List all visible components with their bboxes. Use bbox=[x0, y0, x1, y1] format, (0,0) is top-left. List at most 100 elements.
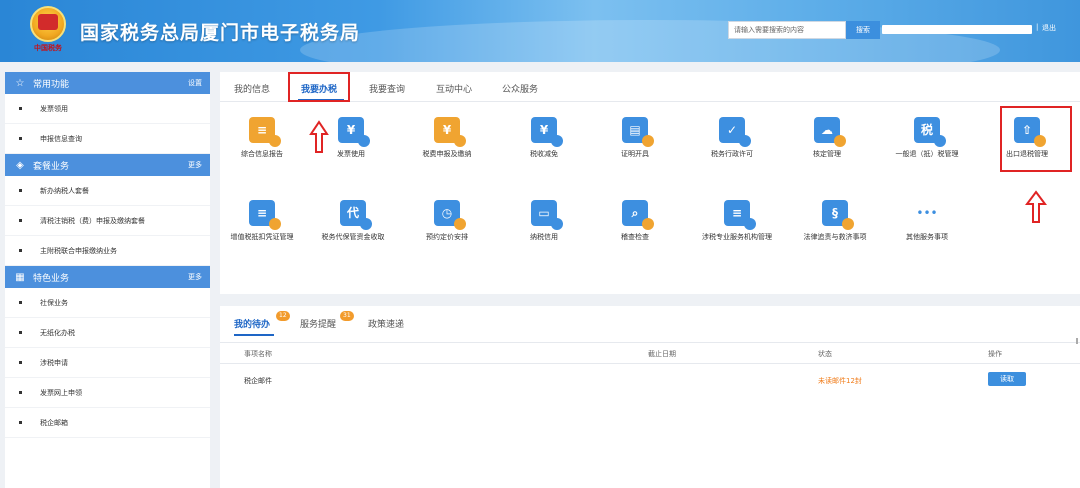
sidebar: ☆ 常用功能 设置 发票领用 申报信息查询 ◈ 套餐业务 更多 新办纳税人套餐 … bbox=[5, 72, 210, 488]
folder-cloud-icon: ☁ bbox=[814, 117, 846, 147]
emblem-text: 中国税务 bbox=[34, 43, 62, 52]
section-title: 常用功能 bbox=[33, 79, 70, 90]
service-yen-coin[interactable]: ¥ 税费申报及缴纳 bbox=[402, 117, 492, 159]
service-monitor-credit[interactable]: ▭ 纳税信用 bbox=[499, 200, 589, 242]
status-dot-icon bbox=[642, 135, 654, 147]
column-header: 截止日期 bbox=[648, 350, 676, 358]
sidebar-item-label: 无纸化办税 bbox=[40, 328, 75, 337]
sidebar-item-label: 涉税申请 bbox=[40, 358, 68, 367]
scrollbar[interactable] bbox=[1076, 338, 1078, 344]
tax-refund-icon: 税 bbox=[914, 117, 946, 147]
status-dot-icon bbox=[269, 218, 281, 230]
search-input[interactable]: 请输入需要搜索的内容 bbox=[728, 21, 846, 39]
sidebar-item[interactable]: 涉税申请 bbox=[5, 348, 210, 378]
service-label: 增值税抵扣凭证管理 bbox=[230, 233, 294, 241]
settings-link[interactable]: 设置 bbox=[188, 78, 202, 88]
star-icon: ☆ bbox=[15, 77, 25, 89]
service-tax-reduction[interactable]: ¥ 税收减免 bbox=[499, 117, 589, 159]
search-button[interactable]: 搜索 bbox=[846, 21, 880, 39]
status-dot-icon bbox=[739, 135, 751, 147]
service-certificate[interactable]: ▤ 证明开具 bbox=[590, 117, 680, 159]
tab-my-info[interactable]: 我的信息 bbox=[234, 82, 270, 95]
certificate-icon: ▤ bbox=[622, 117, 654, 147]
status-dot-icon bbox=[269, 135, 281, 147]
status-dot-icon bbox=[358, 135, 370, 147]
sidebar-item[interactable]: 清税注销税（费）申报及缴纳套餐 bbox=[5, 206, 210, 236]
bullet-icon bbox=[19, 391, 22, 394]
voucher-person-icon: ≡ bbox=[249, 200, 281, 230]
sidebar-item-label: 新办纳税人套餐 bbox=[40, 186, 89, 195]
column-header: 状态 bbox=[818, 350, 832, 358]
service-label: 核定管理 bbox=[813, 150, 841, 158]
sidebar-section-common: ☆ 常用功能 设置 bbox=[5, 72, 210, 94]
calendar-clock-icon: ◷ bbox=[434, 200, 466, 230]
sidebar-item[interactable]: 发票领用 bbox=[5, 94, 210, 124]
legal-doc-icon: § bbox=[822, 200, 854, 230]
bullet-icon bbox=[19, 361, 22, 364]
sidebar-item[interactable]: 无纸化办税 bbox=[5, 318, 210, 348]
table-cell-status: 未读邮件12封 bbox=[818, 377, 862, 385]
red-arrow-up-icon bbox=[309, 120, 329, 153]
read-button[interactable]: 读取 bbox=[988, 372, 1026, 386]
tab-policy-news[interactable]: 政策速递 bbox=[368, 317, 404, 330]
service-label: 法律追责与救济事项 bbox=[803, 233, 867, 241]
sidebar-item[interactable]: 税企邮箱 bbox=[5, 408, 210, 438]
sidebar-item[interactable]: 主附税联合申报缴纳业务 bbox=[5, 236, 210, 266]
service-doc-search[interactable]: ⌕ 稽查检查 bbox=[590, 200, 680, 242]
tab-query[interactable]: 我要查询 bbox=[369, 82, 405, 95]
service-more-dots[interactable]: ••• 其他服务事项 bbox=[882, 200, 972, 242]
tab-public-service[interactable]: 公众服务 bbox=[502, 82, 538, 95]
service-document[interactable]: ≡ 综合信息报告 bbox=[217, 117, 307, 159]
sidebar-item-label: 发票网上申领 bbox=[40, 388, 82, 397]
table-header: 事项名称 截止日期 状态 操作 bbox=[220, 342, 1080, 364]
sidebar-item-label: 发票领用 bbox=[40, 104, 68, 113]
red-arrow-up-icon bbox=[1025, 190, 1047, 223]
sidebar-item[interactable]: 发票网上申领 bbox=[5, 378, 210, 408]
service-calendar-clock[interactable]: ◷ 预约定价安排 bbox=[402, 200, 492, 242]
service-label: 稽查检查 bbox=[621, 233, 649, 241]
bullet-icon bbox=[19, 137, 22, 140]
service-legal-doc[interactable]: § 法律追责与救济事项 bbox=[790, 200, 880, 242]
status-dot-icon bbox=[842, 218, 854, 230]
service-voucher-person[interactable]: ≡ 增值税抵扣凭证管理 bbox=[217, 200, 307, 242]
service-label: 综合信息报告 bbox=[241, 150, 283, 158]
sidebar-section-special: ▦ 特色业务 更多 bbox=[5, 266, 210, 288]
status-dot-icon bbox=[551, 135, 563, 147]
more-link[interactable]: 更多 bbox=[188, 272, 202, 282]
tab-interaction[interactable]: 互动中心 bbox=[436, 82, 472, 95]
status-dot-icon bbox=[551, 218, 563, 230]
agency-doc-icon: ≡ bbox=[724, 200, 756, 230]
status-dot-icon bbox=[834, 135, 846, 147]
service-folder-cloud[interactable]: ☁ 核定管理 bbox=[782, 117, 872, 159]
service-agent-fund[interactable]: 代税务代保管资金收取 bbox=[308, 200, 398, 242]
bullet-icon bbox=[19, 107, 22, 110]
service-label: 涉税专业服务机构管理 bbox=[702, 233, 772, 241]
service-briefcase-check[interactable]: ✓ 税务行政许可 bbox=[687, 117, 777, 159]
tab-service-reminder[interactable]: 服务提醒 bbox=[300, 317, 336, 330]
sidebar-item-label: 申报信息查询 bbox=[40, 134, 82, 143]
highlight-box-tab bbox=[288, 72, 350, 102]
sidebar-item[interactable]: 申报信息查询 bbox=[5, 124, 210, 154]
invoice-yen-icon: ¥ bbox=[338, 117, 370, 147]
status-dot-icon bbox=[360, 218, 372, 230]
service-tax-refund[interactable]: 税一般退（抵）税管理 bbox=[882, 117, 972, 159]
sidebar-section-package: ◈ 套餐业务 更多 bbox=[5, 154, 210, 176]
reminder-count-badge: 31 bbox=[340, 311, 354, 321]
service-label: 税费申报及缴纳 bbox=[422, 150, 472, 158]
layers-icon: ◈ bbox=[16, 159, 24, 171]
service-agency-doc[interactable]: ≡ 涉税专业服务机构管理 bbox=[692, 200, 782, 242]
section-title: 特色业务 bbox=[33, 273, 70, 284]
grid-icon: ▦ bbox=[15, 271, 25, 283]
status-dot-icon bbox=[934, 135, 946, 147]
status-dot-icon bbox=[454, 218, 466, 230]
more-link[interactable]: 更多 bbox=[188, 160, 202, 170]
bullet-icon bbox=[19, 421, 22, 424]
logout-link[interactable]: 退出 bbox=[1042, 23, 1056, 33]
bullet-icon bbox=[19, 331, 22, 334]
todo-panel: 我的待办 12 服务提醒 31 政策速递 事项名称 截止日期 状态 操作 税企邮… bbox=[220, 306, 1080, 488]
sidebar-item[interactable]: 社保业务 bbox=[5, 288, 210, 318]
tax-reduction-icon: ¥ bbox=[531, 117, 563, 147]
sidebar-item[interactable]: 新办纳税人套餐 bbox=[5, 176, 210, 206]
doc-search-icon: ⌕ bbox=[622, 200, 654, 230]
tab-my-todo[interactable]: 我的待办 bbox=[234, 317, 270, 330]
